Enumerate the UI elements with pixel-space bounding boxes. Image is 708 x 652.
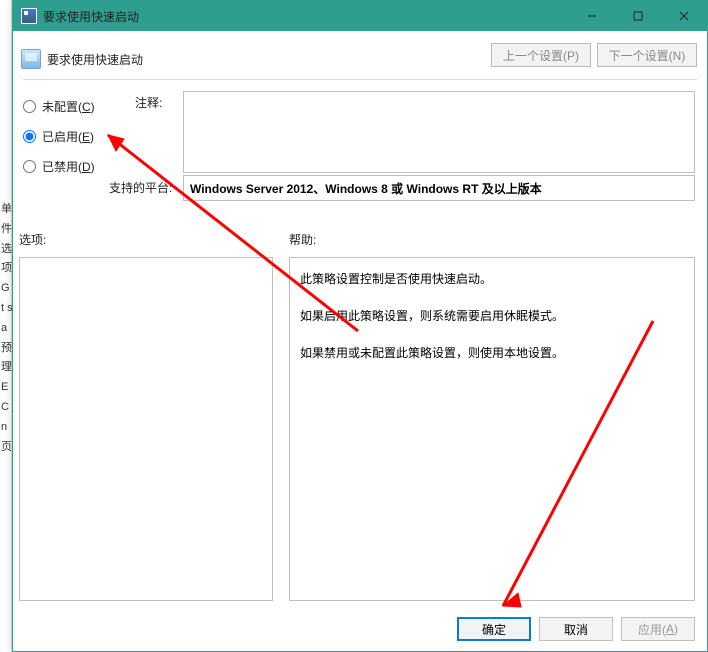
maximize-button[interactable] [615,1,661,31]
radio-disabled-input[interactable] [23,160,36,173]
background-strip: 单件 选项: G t s a 预 理 E C n 页 [0,0,12,652]
header-title: 要求使用快速启动 [47,51,143,68]
radio-enabled[interactable]: 已启用(E) [23,121,95,151]
app-icon [21,8,37,24]
comment-label: 注释: [135,94,162,111]
prev-setting-button[interactable]: 上一个设置(P) [491,43,591,67]
platform-box[interactable]: Windows Server 2012、Windows 8 或 Windows … [183,175,695,201]
help-panel[interactable]: 此策略设置控制是否使用快速启动。 如果启用此策略设置，则系统需要启用休眠模式。 … [289,257,695,601]
ok-button[interactable]: 确定 [457,617,531,641]
policy-icon [21,49,41,69]
dialog-buttons: 确定 取消 应用(A) [457,617,695,641]
window-controls [569,1,707,31]
radio-not-configured[interactable]: 未配置(C) [23,91,95,121]
comment-textarea[interactable] [183,91,695,173]
dialog-window: 要求使用快速启动 要求使用快速启动 上一个设置(P) 下一个设置(N) 未配置(… [12,0,708,652]
help-line: 如果禁用或未配置此策略设置，则使用本地设置。 [300,342,684,365]
apply-button[interactable]: 应用(A) [621,617,695,641]
help-line: 如果启用此策略设置，则系统需要启用休眠模式。 [300,305,684,328]
radio-label: 未配置(C) [42,98,95,115]
close-button[interactable] [661,1,707,31]
divider [23,79,697,80]
help-line: 此策略设置控制是否使用快速启动。 [300,268,684,291]
nav-buttons: 上一个设置(P) 下一个设置(N) [491,43,697,67]
help-label: 帮助: [289,231,316,248]
radio-enabled-input[interactable] [23,130,36,143]
radio-disabled[interactable]: 已禁用(D) [23,151,95,181]
radio-not-configured-input[interactable] [23,100,36,113]
minimize-button[interactable] [569,1,615,31]
window-title: 要求使用快速启动 [43,8,569,25]
radio-label: 已启用(E) [42,128,94,145]
next-setting-button[interactable]: 下一个设置(N) [597,43,697,67]
options-panel [19,257,273,601]
state-radios: 未配置(C) 已启用(E) 已禁用(D) [23,91,95,181]
client-area: 要求使用快速启动 上一个设置(P) 下一个设置(N) 未配置(C) 已启用(E)… [13,31,707,651]
cancel-button[interactable]: 取消 [539,617,613,641]
titlebar[interactable]: 要求使用快速启动 [13,1,707,31]
options-label: 选项: [19,231,46,248]
radio-label: 已禁用(D) [42,158,95,175]
platform-label: 支持的平台: [109,179,172,196]
